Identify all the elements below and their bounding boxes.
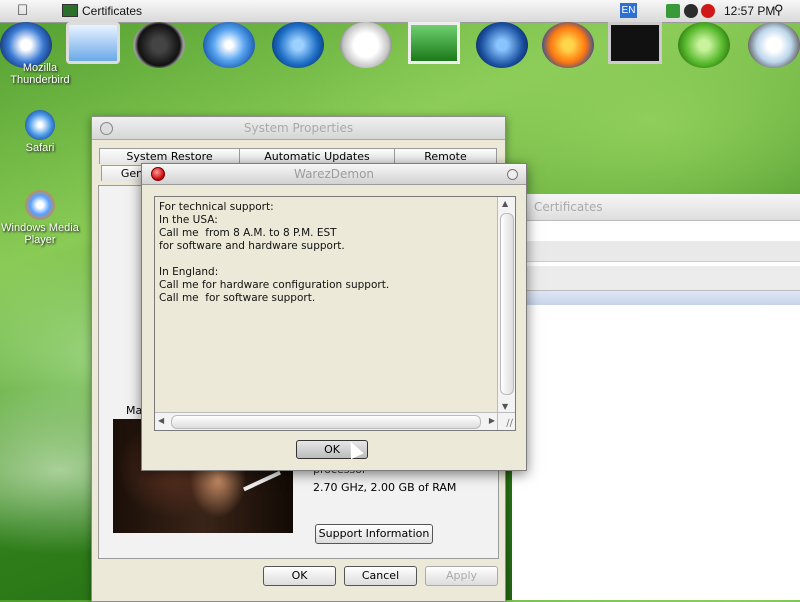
dialog-titlebar[interactable]: WarezDemon — [142, 164, 526, 185]
active-app-name[interactable]: Certificates — [82, 4, 142, 18]
horizontal-scroll-thumb[interactable] — [171, 415, 481, 429]
apply-button[interactable]: Apply — [425, 566, 498, 586]
certificates-selected-row[interactable] — [512, 291, 800, 305]
text-line: For technical support: — [159, 201, 274, 213]
tab-remote[interactable]: Remote — [394, 148, 497, 164]
certificates-toolbar — [512, 241, 800, 262]
scroll-right-arrow-icon[interactable]: ▶ — [489, 416, 495, 425]
scroll-up-arrow-icon[interactable]: ▲ — [502, 199, 508, 208]
terminal-dock-icon[interactable] — [608, 22, 662, 64]
window-title: System Properties — [243, 121, 354, 135]
spotlight-search-icon[interactable]: ⚲ — [774, 2, 784, 18]
manufacturer-label: Ma — [126, 404, 143, 417]
ok-button[interactable]: OK — [263, 566, 336, 586]
language-indicator[interactable]: EN — [620, 3, 637, 18]
text-line: Call me from 8 A.M. to 8 P.M. EST — [159, 227, 337, 239]
text-line: In the USA: — [159, 214, 218, 226]
scroll-down-arrow-icon[interactable]: ▼ — [502, 402, 508, 411]
security-tray-icon[interactable] — [701, 4, 715, 18]
text-line: for software and hardware support. — [159, 240, 345, 252]
desktop-icon-safari[interactable]: Safari — [0, 110, 80, 154]
top-menubar:  Certificates EN 12:57 PM ⚲ — [0, 0, 800, 23]
network-tray-icon[interactable] — [666, 4, 680, 18]
horizontal-scrollbar[interactable]: ◀ ▶ — [155, 412, 498, 430]
scroll-left-arrow-icon[interactable]: ◀ — [158, 416, 164, 425]
text-line — [159, 253, 495, 266]
certificates-header — [512, 266, 800, 291]
tab-row-1: System Restore Automatic Updates Remote — [99, 148, 499, 164]
certificates-window-title: Certificates — [512, 194, 800, 221]
volume-tray-icon[interactable] — [684, 4, 698, 18]
globe-dock-icon[interactable] — [476, 22, 528, 68]
desktop-icon-label: Windows Media Player — [1, 222, 79, 246]
certificates-window: Certificates — [512, 194, 800, 600]
support-text-area[interactable]: For technical support: In the USA: Call … — [154, 196, 516, 431]
text-line: Call me for hardware configuration suppo… — [159, 279, 390, 291]
search-dock-icon[interactable] — [748, 22, 800, 68]
warezdemon-dialog: WarezDemon For technical support: In the… — [141, 163, 527, 471]
photo-dock-icon[interactable] — [408, 22, 460, 64]
text-line: In England: — [159, 266, 219, 278]
messenger-dock-icon[interactable] — [678, 22, 730, 68]
dialog-title: WarezDemon — [293, 167, 375, 181]
desktop-icon-thunderbird[interactable]: Mozilla Thunderbird — [0, 62, 80, 86]
desktop-icon-label: Mozilla Thunderbird — [10, 62, 70, 86]
tab-system-restore[interactable]: System Restore — [99, 148, 240, 164]
zoom-icon[interactable] — [507, 169, 518, 180]
tab-automatic-updates[interactable]: Automatic Updates — [239, 148, 395, 164]
cancel-button[interactable]: Cancel — [344, 566, 417, 586]
resize-grip-icon[interactable]: ∕∕ — [497, 412, 515, 430]
dock — [0, 22, 800, 74]
desktop-icon-label: Safari — [25, 142, 55, 154]
media-player-icon — [25, 190, 55, 220]
monitor-dock-icon[interactable] — [66, 22, 120, 64]
firefox-dock-icon[interactable] — [542, 22, 594, 68]
system-properties-titlebar[interactable]: System Properties — [92, 117, 505, 140]
clock-dock-icon[interactable] — [340, 22, 392, 68]
clock[interactable]: 12:57 PM — [724, 4, 775, 18]
network-dock-icon[interactable] — [272, 22, 324, 68]
support-text: For technical support: In the USA: Call … — [159, 201, 495, 411]
vertical-scroll-thumb[interactable] — [500, 213, 514, 395]
apple-menu-icon[interactable]:  — [17, 2, 28, 19]
dashboard-dock-icon[interactable] — [133, 22, 185, 68]
vertical-scrollbar[interactable]: ▲ ▼ — [497, 197, 515, 413]
safari-icon — [25, 110, 55, 140]
processor-spec: 2.70 GHz, 2.00 GB of RAM — [313, 481, 457, 494]
safari-dock-icon[interactable] — [203, 22, 255, 68]
support-information-button[interactable]: Support Information — [315, 524, 433, 544]
certificates-app-icon — [62, 4, 78, 17]
text-line: Call me for software support. — [159, 292, 316, 304]
desktop-icon-media-player[interactable]: Windows Media Player — [0, 190, 80, 246]
